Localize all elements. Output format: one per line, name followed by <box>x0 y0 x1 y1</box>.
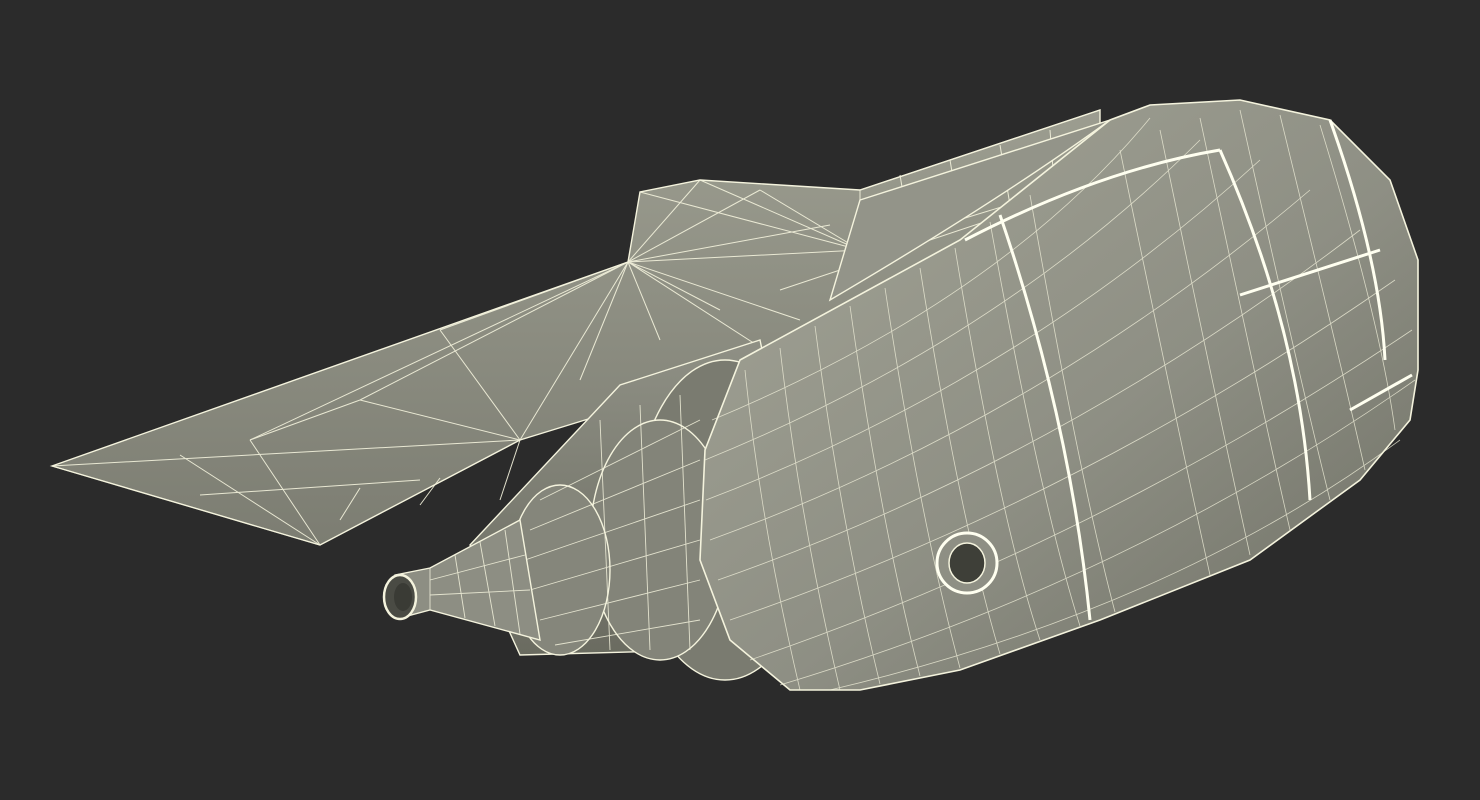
render-viewport <box>0 0 1480 800</box>
engine-wireframe-render <box>49 99 1419 691</box>
exhaust-plug <box>382 518 541 641</box>
vent-port <box>935 531 999 595</box>
